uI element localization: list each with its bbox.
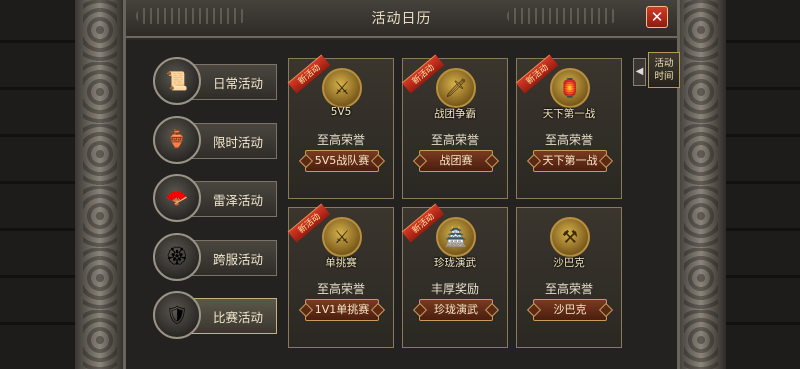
sidebar-item-label: 跨服活动 [213,251,264,267]
banner-icon: 🏮 [550,68,590,108]
event-icon-label: 珍珑演武 [434,257,476,269]
crossed-swords-icon: ⚔ [322,217,362,257]
event-reward: 至高荣誉 [544,282,593,296]
carved-pillar-left [75,0,125,369]
sword-emblem-icon: 🗡 [436,68,476,108]
sidebar-item-limited[interactable]: 🏺 限时活动 [151,114,281,166]
event-card-guild-battle[interactable]: 新活动 🗡 战团争霸 至高荣誉 战团赛 [401,54,508,199]
activity-calendar-window: 活动日历 ✕ 📜 日常活动 🏺 限时活动 🪭 雷泽活动 🏵 跨服活动 🛡 比赛活… [123,0,680,369]
event-icon-label: 单挑赛 [325,257,357,269]
event-icon-label: 沙巴克 [553,257,585,269]
title-ornament-right [507,8,617,24]
event-card-5v5[interactable]: 新活动 ⚔ 5V5 至高荣誉 5V5战队赛 [287,54,394,199]
event-reward: 至高荣誉 [316,282,365,296]
sidebar-item-label: 比赛活动 [213,310,264,325]
event-reward: 至高荣誉 [544,133,593,147]
scroll-icon: 📜 [153,57,201,105]
sidebar-item-competition[interactable]: 🛡 比赛活动 [151,289,281,341]
sidebar-item-leize[interactable]: 🪭 雷泽活动 [151,172,281,224]
carved-pillar-right [676,0,726,369]
fan-icon: 🪭 [153,174,201,222]
pavilion-icon: 🏯 [436,217,476,257]
sidebar-item-label: 限时活动 [213,134,264,150]
crossed-swords-icon: ⚔ [322,68,362,108]
sidebar-item-label: 日常活动 [213,76,264,91]
sidebar-item-cross-server[interactable]: 🏵 跨服活动 [151,231,281,283]
event-button-guild-battle[interactable]: 战团赛 [419,150,493,172]
event-reward: 丰厚奖励 [430,282,479,296]
event-icon-label: 5V5 [330,106,352,118]
event-reward: 至高荣誉 [430,133,479,147]
event-card-zhenlong[interactable]: 新活动 🏯 珍珑演武 丰厚奖励 珍珑演武 [401,203,508,348]
shield-icon: 🛡 [153,291,201,339]
event-button-zhenlong[interactable]: 珍珑演武 [419,299,493,321]
event-button-duel[interactable]: 1V1单挑赛 [305,299,379,321]
expand-arrow-icon[interactable]: ◀ [633,58,646,86]
title-bar: 活动日历 ✕ [126,0,677,38]
event-card-shabak[interactable]: ⚒ 沙巴克 至高荣誉 沙巴克 [516,207,622,348]
event-icon-label: 天下第一战 [542,108,596,120]
title-ornament-left [136,8,246,24]
window-title: 活动日历 [371,11,432,27]
event-button-world-first[interactable]: 天下第一战 [533,150,607,172]
close-button[interactable]: ✕ [646,6,668,28]
event-card-duel[interactable]: 新活动 ⚔ 单挑赛 至高荣誉 1V1单挑赛 [287,203,394,348]
event-card-world-first[interactable]: 新活动 🏮 天下第一战 至高荣誉 天下第一战 [515,54,622,199]
emblem-icon: 🏵 [153,232,201,281]
category-sidebar: 📜 日常活动 🏺 限时活动 🪭 雷泽活动 🏵 跨服活动 🛡 比赛活动 [151,55,281,348]
event-icon-label: 战团争霸 [434,108,476,120]
event-reward: 至高荣誉 [316,133,365,147]
sidebar-item-label: 雷泽活动 [213,193,264,208]
sidebar-item-daily[interactable]: 📜 日常活动 [151,55,281,107]
event-button-5v5[interactable]: 5V5战队赛 [305,150,379,172]
event-button-shabak[interactable]: 沙巴克 [533,299,607,321]
activity-time-tab[interactable]: 活动 时间 [648,52,680,88]
crossed-hammers-icon: ⚒ [550,217,590,257]
cauldron-icon: 🏺 [153,115,201,164]
